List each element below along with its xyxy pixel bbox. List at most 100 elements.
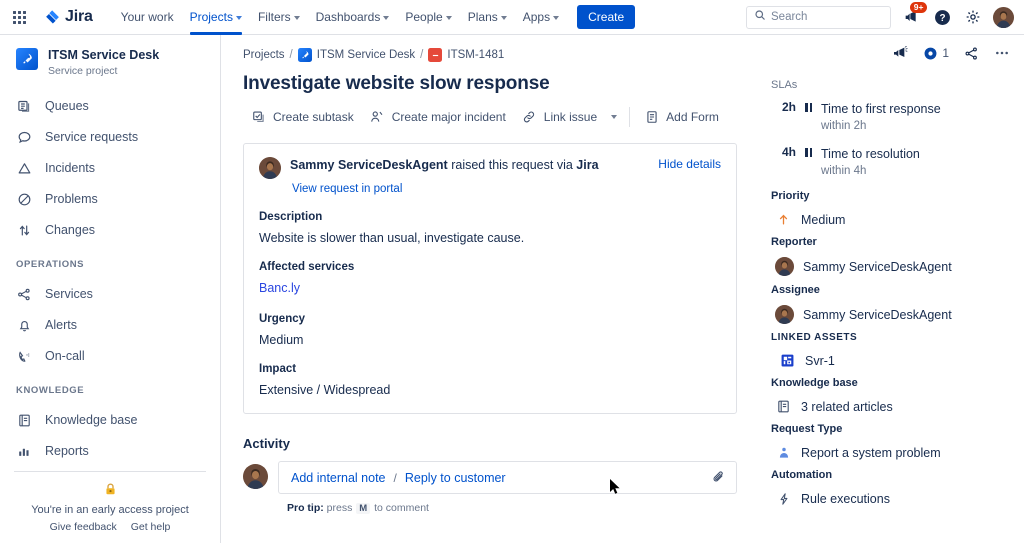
sidebar-section-knowledge: KNOWLEDGE bbox=[0, 372, 220, 401]
comment-box[interactable]: Add internal note / Reply to customer bbox=[278, 461, 737, 494]
assignee-label: Assignee bbox=[771, 284, 1010, 296]
nav-your-work[interactable]: Your work bbox=[113, 0, 182, 35]
field-value-impact: Extensive / Widespread bbox=[259, 383, 721, 397]
top-navigation-bar: Jira Your work Projects Filters Dashboar… bbox=[0, 0, 1024, 35]
sla-name: Time to resolution bbox=[821, 147, 920, 161]
linked-assets-label: LINKED ASSETS bbox=[771, 332, 1010, 343]
breadcrumb: Projects / ITSM Service Desk / ITSM-1481 bbox=[243, 48, 737, 62]
create-major-incident-button[interactable]: Create major incident bbox=[362, 104, 514, 129]
search-box[interactable] bbox=[746, 6, 891, 29]
sidebar-item-on-call[interactable]: On-call bbox=[8, 341, 212, 372]
sla-row-resolution[interactable]: 4h Time to resolution within 4h bbox=[771, 145, 1010, 177]
chevron-down-icon bbox=[236, 16, 242, 20]
sidebar-item-problems[interactable]: Problems bbox=[8, 184, 212, 215]
sidebar-item-label: Knowledge base bbox=[45, 413, 137, 427]
reporter-avatar bbox=[775, 257, 794, 276]
more-ellipsis-icon[interactable] bbox=[994, 45, 1010, 61]
field-value-affected-services[interactable]: Banc.ly bbox=[259, 281, 300, 295]
nav-people[interactable]: People bbox=[397, 0, 459, 35]
knowledge-base-row[interactable]: 3 related articles bbox=[771, 398, 1010, 415]
svg-text:?: ? bbox=[939, 13, 945, 24]
paperclip-icon[interactable] bbox=[711, 470, 726, 485]
breadcrumb-project[interactable]: ITSM Service Desk bbox=[317, 49, 415, 61]
nav-dashboards[interactable]: Dashboards bbox=[308, 0, 398, 35]
nav-projects[interactable]: Projects bbox=[182, 0, 250, 35]
breadcrumb-issue-key[interactable]: ITSM-1481 bbox=[447, 49, 504, 61]
assignee-value: Sammy ServiceDeskAgent bbox=[803, 308, 952, 322]
sidebar-item-knowledge-base[interactable]: Knowledge base bbox=[8, 405, 212, 436]
issue-toolbar: 1 bbox=[771, 45, 1010, 71]
breadcrumb-projects[interactable]: Projects bbox=[243, 49, 285, 61]
nav-label: Your work bbox=[121, 10, 174, 24]
sidebar-item-changes[interactable]: Changes bbox=[8, 215, 212, 246]
linked-asset-row[interactable]: Svr-1 bbox=[771, 352, 1010, 369]
raised-mid: raised this request via bbox=[448, 158, 577, 172]
field-label-impact: Impact bbox=[259, 363, 721, 375]
issue-action-bar: Create subtask Create major incident bbox=[243, 104, 737, 129]
reporter-value-row[interactable]: Sammy ServiceDeskAgent bbox=[771, 257, 1010, 276]
jira-logo[interactable]: Jira bbox=[38, 8, 99, 26]
add-form-button[interactable]: Add Form bbox=[636, 104, 727, 129]
field-label-affected-services: Affected services bbox=[259, 261, 721, 273]
app-switcher-icon[interactable] bbox=[6, 4, 32, 30]
issue-right-panel: 1 SLAs 2h Time bbox=[755, 35, 1024, 543]
add-internal-note-button[interactable]: Add internal note bbox=[291, 471, 386, 485]
current-user-avatar bbox=[243, 464, 268, 489]
app-body: ITSM Service Desk Service project Queues bbox=[0, 35, 1024, 543]
top-nav-right-tools: 9+ ? bbox=[746, 6, 1014, 29]
view-request-in-portal-link[interactable]: View request in portal bbox=[292, 183, 721, 195]
reporter-value: Sammy ServiceDeskAgent bbox=[803, 260, 952, 274]
project-header[interactable]: ITSM Service Desk Service project bbox=[0, 35, 220, 87]
linked-assets-group: LINKED ASSETS Svr-1 bbox=[771, 332, 1010, 369]
get-help-link[interactable]: Get help bbox=[131, 521, 171, 533]
lock-icon bbox=[14, 482, 206, 499]
sidebar-item-services[interactable]: Services bbox=[8, 279, 212, 310]
field-value-urgency: Medium bbox=[259, 333, 721, 347]
nav-label: Dashboards bbox=[316, 10, 381, 24]
request-type-group: Request Type Report a system problem bbox=[771, 423, 1010, 461]
book-icon bbox=[16, 412, 33, 429]
raised-channel: Jira bbox=[576, 158, 598, 172]
project-avatar-rocket-icon bbox=[16, 48, 38, 70]
user-avatar[interactable] bbox=[993, 7, 1014, 28]
create-button[interactable]: Create bbox=[577, 5, 635, 29]
left-sidebar: ITSM Service Desk Service project Queues bbox=[0, 35, 221, 543]
jira-mark-icon bbox=[44, 9, 61, 26]
share-icon[interactable] bbox=[964, 46, 979, 61]
hide-details-link[interactable]: Hide details bbox=[658, 157, 721, 171]
sidebar-item-queues[interactable]: Queues bbox=[8, 91, 212, 122]
megaphone-icon[interactable] bbox=[892, 45, 908, 61]
priority-value-row[interactable]: Medium bbox=[771, 211, 1010, 228]
request-type-row[interactable]: Report a system problem bbox=[771, 444, 1010, 461]
sidebar-item-incidents[interactable]: Incidents bbox=[8, 153, 212, 184]
notifications-button[interactable]: 9+ bbox=[900, 6, 922, 28]
action-divider bbox=[629, 107, 630, 127]
nav-apps[interactable]: Apps bbox=[515, 0, 567, 35]
request-type-value: Report a system problem bbox=[801, 446, 941, 460]
nav-plans[interactable]: Plans bbox=[460, 0, 515, 35]
automation-row[interactable]: Rule executions bbox=[771, 490, 1010, 507]
sidebar-item-label: Queues bbox=[45, 99, 89, 113]
nav-filters[interactable]: Filters bbox=[250, 0, 308, 35]
nav-label: Projects bbox=[190, 10, 233, 24]
give-feedback-link[interactable]: Give feedback bbox=[50, 521, 117, 533]
raised-by-row: Sammy ServiceDeskAgent raised this reque… bbox=[259, 157, 721, 179]
sidebar-item-reports[interactable]: Reports bbox=[8, 436, 212, 467]
priority-value: Medium bbox=[801, 213, 845, 227]
knowledge-base-value: 3 related articles bbox=[801, 400, 893, 414]
project-avatar-icon bbox=[298, 48, 312, 62]
help-icon[interactable]: ? bbox=[931, 6, 953, 28]
sla-row-first-response[interactable]: 2h Time to first response within 2h bbox=[771, 100, 1010, 132]
settings-gear-icon[interactable] bbox=[962, 6, 984, 28]
search-input[interactable] bbox=[771, 11, 883, 23]
create-subtask-button[interactable]: Create subtask bbox=[243, 104, 362, 129]
link-issue-button[interactable]: Link issue bbox=[514, 104, 605, 129]
sidebar-item-service-requests[interactable]: Service requests bbox=[8, 122, 212, 153]
sidebar-item-alerts[interactable]: Alerts bbox=[8, 310, 212, 341]
field-label-urgency: Urgency bbox=[259, 313, 721, 325]
watch-button[interactable]: 1 bbox=[923, 46, 949, 61]
field-label-description: Description bbox=[259, 211, 721, 223]
reply-to-customer-button[interactable]: Reply to customer bbox=[405, 471, 506, 485]
assignee-value-row[interactable]: Sammy ServiceDeskAgent bbox=[771, 305, 1010, 324]
more-link-options-button[interactable] bbox=[605, 109, 623, 124]
